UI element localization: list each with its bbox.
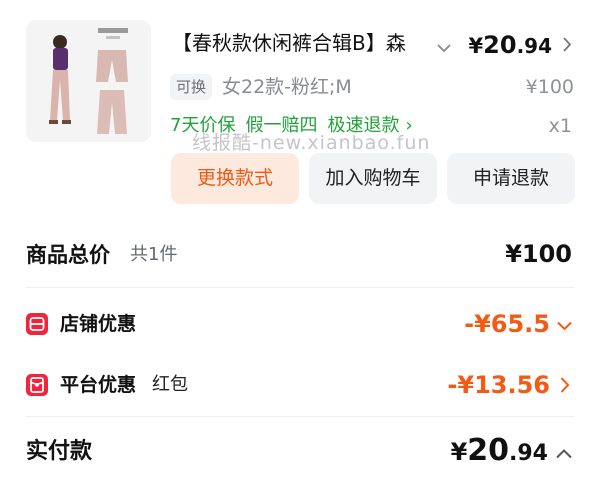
price-decimal: .94: [516, 34, 552, 58]
shop-coupon-icon: [26, 313, 48, 335]
shop-discount-label: 店铺优惠: [60, 313, 137, 335]
service-fast-refund: 极速退款: [327, 115, 400, 136]
paid-integer: 20: [467, 433, 510, 468]
paid-currency: ¥: [450, 438, 468, 466]
paid-decimal: .94: [509, 441, 548, 466]
swap-tag: 可换: [170, 74, 213, 100]
divider: [26, 416, 574, 417]
service-price-protection: 7天价保: [170, 115, 236, 136]
chevron-right-icon[interactable]: [563, 37, 572, 56]
change-style-button[interactable]: 更换款式: [171, 153, 299, 204]
service-arrow-icon: ›: [405, 115, 413, 136]
platform-discount-label: 平台优惠: [60, 374, 137, 396]
shop-discount-value[interactable]: -¥65.5: [464, 307, 550, 341]
divider: [26, 287, 574, 288]
service-fake-compensation: 假一赔四: [245, 115, 318, 136]
service-guarantees[interactable]: 7天价保 假一赔四 极速退款 ›: [170, 112, 423, 140]
chevron-up-icon[interactable]: [556, 444, 572, 463]
add-to-cart-button[interactable]: 加入购物车: [309, 153, 437, 204]
paid-label: 实付款: [26, 439, 93, 464]
item-count: 共1件: [130, 244, 178, 265]
apply-refund-button[interactable]: 申请退款: [447, 153, 575, 204]
product-thumbnail[interactable]: [26, 20, 151, 142]
original-price: ¥100: [525, 76, 574, 98]
chevron-down-icon[interactable]: [437, 38, 451, 57]
paid-value: ¥20.94: [451, 431, 548, 474]
platform-discount-value[interactable]: -¥13.56: [447, 368, 550, 402]
order-detail-page: 【春秋款休闲裤合辑B】森 ¥20.94 可换 女22款-粉红;M ¥100 7天…: [0, 0, 600, 482]
price-currency: ¥: [468, 34, 484, 58]
red-packet-icon: [26, 374, 48, 396]
chevron-right-icon[interactable]: [560, 377, 570, 397]
product-title[interactable]: 【春秋款休闲裤合辑B】森: [172, 28, 442, 58]
total-value: ¥100: [505, 240, 572, 268]
quantity: x1: [548, 115, 572, 137]
chevron-down-icon[interactable]: [557, 316, 572, 335]
price-integer: 20: [483, 31, 517, 59]
platform-discount-sub: 红包: [152, 374, 188, 395]
product-price: ¥20.94: [469, 28, 552, 63]
total-label: 商品总价: [26, 243, 110, 267]
sku-text[interactable]: 女22款-粉红;M: [222, 72, 352, 102]
